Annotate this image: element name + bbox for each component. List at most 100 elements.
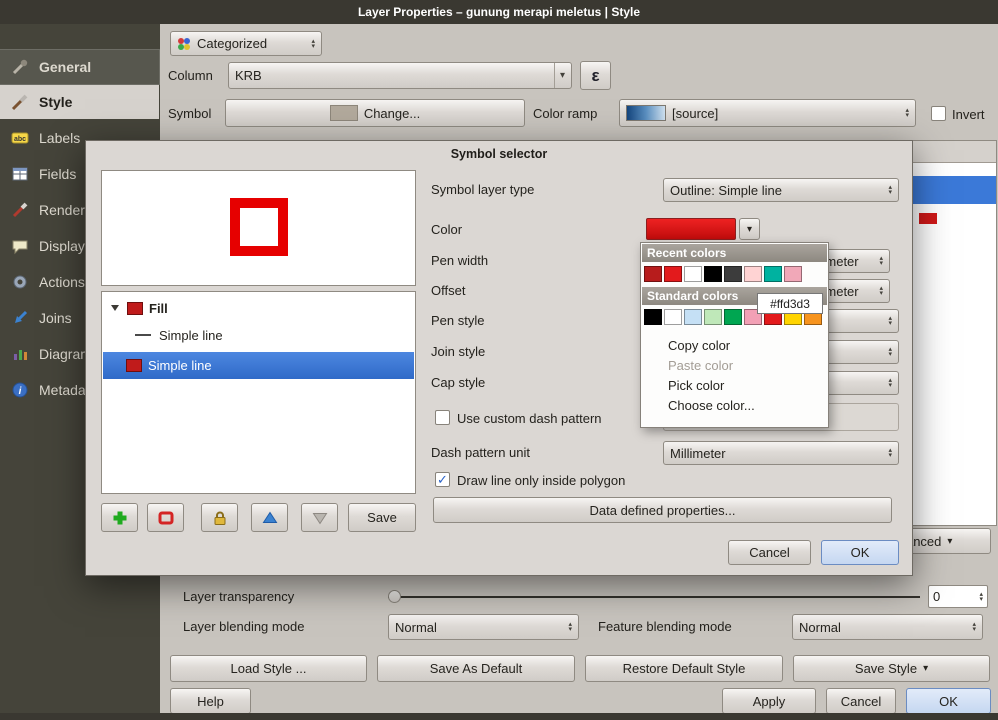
color-swatch[interactable]	[664, 309, 682, 325]
color-swatch[interactable]	[684, 309, 702, 325]
lock-color-button[interactable]	[201, 503, 238, 532]
dialog-ok-button[interactable]: OK	[821, 540, 899, 565]
color-swatch[interactable]	[784, 266, 802, 282]
spinner-arrows	[888, 448, 892, 458]
symbol-preview-box	[101, 170, 416, 286]
data-defined-properties-button[interactable]: Data defined properties...	[433, 497, 892, 523]
chevron-down-icon: ▾	[947, 536, 952, 547]
up-arrow-icon	[260, 508, 280, 528]
spinner-arrows	[979, 592, 983, 602]
move-down-button[interactable]	[301, 503, 338, 532]
color-label: Color	[431, 222, 462, 237]
recent-colors-row	[641, 263, 828, 286]
color-swatch[interactable]	[664, 266, 682, 282]
dialog-cancel-button[interactable]: Cancel	[728, 540, 811, 565]
transparency-slider-track[interactable]	[388, 596, 920, 598]
symbol-preview-swatch	[330, 105, 358, 121]
draw-inside-label: Draw line only inside polygon	[457, 473, 625, 488]
plus-icon	[110, 508, 130, 528]
app-window: Layer Properties – gunung merapi meletus…	[0, 0, 998, 720]
tools-icon	[10, 57, 30, 77]
lock-icon	[210, 508, 230, 528]
symbol-layer-type-combo[interactable]: Outline: Simple line	[663, 178, 899, 202]
cap-style-label: Cap style	[431, 375, 485, 390]
sidebar-item-label: Style	[39, 94, 72, 110]
spinner-arrows	[879, 256, 883, 266]
color-swatch[interactable]	[724, 309, 742, 325]
transparency-value: 0	[933, 589, 940, 604]
down-arrow-icon	[310, 508, 330, 528]
symbol-layer-tree[interactable]: Fill Simple line Simple line	[101, 291, 416, 494]
save-as-default-button[interactable]: Save As Default	[377, 655, 575, 682]
categorized-icon	[177, 37, 191, 51]
custom-dash-checkbox[interactable]	[435, 410, 450, 425]
color-swatch[interactable]	[724, 266, 742, 282]
color-ramp-combo[interactable]: [source]	[619, 99, 916, 127]
svg-text:abc: abc	[14, 136, 26, 143]
invert-label: Invert	[952, 107, 985, 122]
symbol-change-button[interactable]: Change...	[225, 99, 525, 127]
gear-icon	[10, 272, 30, 292]
line-swatch	[126, 359, 142, 372]
tree-item-simple-line[interactable]: Simple line	[103, 322, 414, 348]
color-swatch[interactable]	[684, 266, 702, 282]
sidebar-item-label: Fields	[39, 166, 76, 182]
speech-bubble-icon	[10, 236, 30, 256]
tree-item-simple-line-selected[interactable]: Simple line	[103, 352, 414, 379]
expander-icon[interactable]	[111, 305, 119, 311]
color-swatch[interactable]	[644, 266, 662, 282]
spinner-arrows	[311, 39, 315, 49]
restore-default-style-button[interactable]: Restore Default Style	[585, 655, 783, 682]
remove-layer-button[interactable]	[147, 503, 184, 532]
custom-dash-label: Use custom dash pattern	[457, 411, 602, 426]
color-swatch[interactable]	[764, 266, 782, 282]
feature-blending-combo[interactable]: Normal	[792, 614, 983, 640]
tree-item-label: Fill	[149, 301, 168, 316]
save-symbol-button[interactable]: Save	[348, 503, 416, 532]
invert-checkbox[interactable]	[931, 106, 946, 121]
dialog-title: Symbol selector	[86, 147, 912, 161]
sidebar-item-general[interactable]: General	[0, 50, 159, 84]
recent-colors-header: Recent colors	[642, 244, 827, 262]
menu-item-paste-color: Paste color	[641, 355, 828, 375]
window-bottom-edge	[0, 713, 998, 720]
save-style-label: Save Style	[855, 661, 917, 676]
line-icon	[135, 334, 151, 336]
spinner-arrows	[888, 185, 892, 195]
move-up-button[interactable]	[251, 503, 288, 532]
menu-item-copy-color[interactable]: Copy color	[641, 335, 828, 355]
transparency-slider-handle[interactable]	[388, 590, 401, 603]
renderer-combo[interactable]: Categorized	[170, 31, 322, 56]
pen-width-label: Pen width	[431, 253, 488, 268]
add-layer-button[interactable]	[101, 503, 138, 532]
column-value: KRB	[235, 68, 262, 83]
color-swatch[interactable]	[744, 266, 762, 282]
chevron-down-icon: ▾	[554, 63, 565, 88]
transparency-spinbox[interactable]: 0	[928, 585, 988, 608]
spinner-arrows	[888, 347, 892, 357]
menu-item-pick-color[interactable]: Pick color	[641, 375, 828, 395]
save-style-button[interactable]: Save Style ▾	[793, 655, 990, 682]
color-swatch[interactable]	[644, 309, 662, 325]
load-style-button[interactable]: Load Style ...	[170, 655, 367, 682]
blending-mode-combo[interactable]: Normal	[388, 614, 579, 640]
spinner-arrows	[568, 622, 572, 632]
ok-button[interactable]: OK	[906, 688, 991, 714]
color-swatch[interactable]	[704, 266, 722, 282]
sidebar-item-style[interactable]: Style	[0, 85, 159, 119]
color-swatch[interactable]	[704, 309, 722, 325]
dash-pattern-unit-combo[interactable]: Millimeter	[663, 441, 899, 465]
apply-button[interactable]: Apply	[722, 688, 816, 714]
color-button[interactable]	[646, 218, 736, 240]
column-combo[interactable]: KRB ▾	[228, 62, 572, 89]
blending-mode-value: Normal	[395, 620, 437, 635]
help-button[interactable]: Help	[170, 688, 251, 714]
symbol-layer-type-value: Outline: Simple line	[670, 183, 782, 198]
window-titlebar: Layer Properties – gunung merapi meletus…	[0, 0, 998, 24]
menu-item-choose-color[interactable]: Choose color...	[641, 395, 828, 415]
color-dropdown-button[interactable]: ▾	[739, 218, 760, 240]
expression-builder-button[interactable]: ε	[580, 61, 611, 90]
cancel-button[interactable]: Cancel	[826, 688, 896, 714]
draw-inside-checkbox[interactable]	[435, 472, 450, 487]
tree-item-fill[interactable]: Fill	[103, 295, 414, 321]
